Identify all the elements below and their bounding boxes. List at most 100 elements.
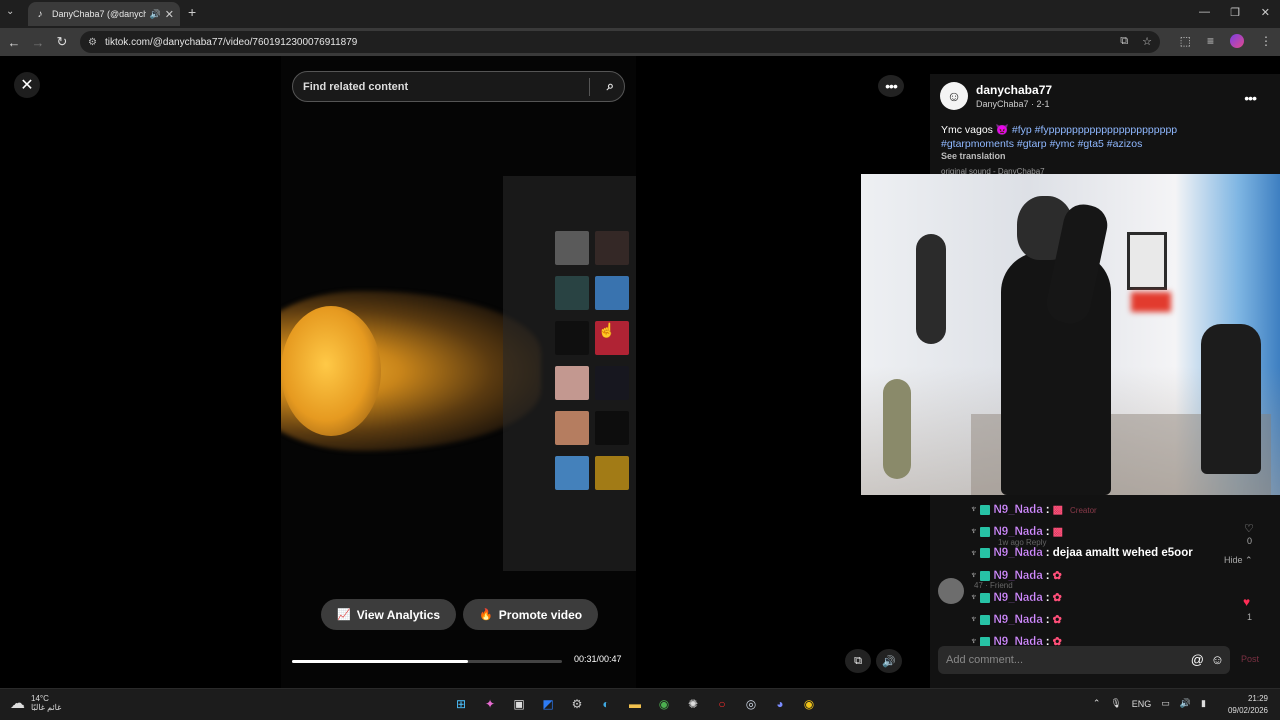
more-options-button[interactable]: ••• xyxy=(878,75,904,97)
hashtag-link[interactable]: #ymc xyxy=(1050,138,1075,150)
back-icon[interactable]: ← xyxy=(2,35,26,50)
view-analytics-label: View Analytics xyxy=(356,607,441,622)
mention-icon[interactable]: @ xyxy=(1191,652,1204,667)
hashtag-link[interactable]: #fypppppppppppppppppppppp xyxy=(1035,124,1177,136)
browser-menu-icon[interactable]: ⋮ xyxy=(1260,34,1272,48)
sub-badge-icon xyxy=(979,504,990,515)
post-comment-button[interactable]: Post xyxy=(1241,654,1259,664)
address-bar: ← → ↻ ⚙ tiktok.com/@danychaba77/video/76… xyxy=(0,28,1280,56)
forward-icon[interactable]: → xyxy=(26,35,50,50)
find-related-search[interactable]: Find related content ⌕ xyxy=(292,71,625,102)
thumbnail xyxy=(555,276,589,310)
like-count: 1 xyxy=(1247,612,1253,622)
speaker-icon[interactable]: 🔊 xyxy=(150,9,161,20)
volume-icon[interactable]: 🔊 xyxy=(1180,698,1191,709)
reload-icon[interactable]: ↻ xyxy=(50,34,74,50)
new-tab-icon[interactable]: + xyxy=(188,4,196,20)
commenter-avatar[interactable] xyxy=(938,578,964,604)
language-indicator[interactable]: ENG xyxy=(1132,699,1152,709)
restore-icon[interactable]: ❐ xyxy=(1230,6,1240,19)
creator-badge: Creator xyxy=(1070,506,1097,515)
pip-icon[interactable]: ⧉ xyxy=(845,649,871,673)
vip-badge-icon: ♆ xyxy=(970,526,978,537)
microphone-icon[interactable]: 🎙 xyxy=(1110,698,1121,709)
settings-icon[interactable]: ⚙ xyxy=(568,695,586,713)
like-count: 0 xyxy=(1247,536,1253,546)
emoji-icon[interactable]: ☺ xyxy=(1211,652,1224,667)
site-info-icon[interactable]: ⚙ xyxy=(88,37,97,48)
heart-outline-icon[interactable]: ♡ xyxy=(1244,522,1254,535)
clock-date: 09/02/2026 xyxy=(1227,706,1268,715)
minimize-icon[interactable]: — xyxy=(1199,6,1210,18)
chatgpt-icon[interactable]: ✺ xyxy=(684,695,702,713)
weather-desc: غائم غالبًا xyxy=(31,703,62,712)
hashtag-link[interactable]: #fyp xyxy=(1012,124,1032,136)
see-translation-link[interactable]: See translation xyxy=(941,151,1006,161)
skateboard-image xyxy=(883,379,911,479)
chat-nick: N9_Nada xyxy=(993,569,1043,582)
window-close-icon[interactable]: ✕ xyxy=(1261,6,1270,19)
tab-search-icon[interactable]: ⌄ xyxy=(6,6,14,17)
reading-list-icon[interactable]: ≡ xyxy=(1207,34,1214,48)
steam-icon[interactable]: ◎ xyxy=(742,695,760,713)
chat-message: : xyxy=(1045,591,1050,604)
video-action-buttons: 📈 View Analytics 🔥 Promote video xyxy=(321,599,599,630)
profile-avatar[interactable] xyxy=(1230,34,1244,48)
visual-studio-icon[interactable]: ◩ xyxy=(539,695,557,713)
tray-overflow-icon[interactable]: ⌃ xyxy=(1093,698,1101,709)
vip-badge-icon: ♆ xyxy=(970,614,978,625)
view-analytics-button[interactable]: 📈 View Analytics xyxy=(321,599,457,630)
progress-fill xyxy=(292,660,468,663)
display-icon[interactable]: ▭ xyxy=(1161,698,1170,709)
hashtag-link[interactable]: #gta5 xyxy=(1078,138,1104,150)
edge-icon[interactable]: ◐ xyxy=(597,695,615,713)
search-icon[interactable]: ⌕ xyxy=(607,78,614,94)
volume-icon[interactable]: 🔊 xyxy=(876,649,902,673)
windows-taskbar: ☁ 14°C غائم غالبًا ⊞ ✦ ▣ ◩ ⚙ ◐ ▬ ◉ ✺ ○ ◎… xyxy=(0,688,1280,720)
thumbnail xyxy=(555,231,589,265)
author-info[interactable]: ☺ danychaba77 DanyChaba7 · 2-1 xyxy=(940,82,1052,110)
battery-icon[interactable]: ▮ xyxy=(1201,698,1206,709)
file-explorer-icon[interactable]: ▬ xyxy=(626,695,644,713)
video-frame-editor-panel xyxy=(503,176,636,571)
author-username[interactable]: danychaba77 xyxy=(976,83,1052,97)
video-progress-bar[interactable] xyxy=(292,660,562,663)
author-avatar[interactable]: ☺ xyxy=(940,82,968,110)
add-comment-input[interactable]: Add comment... @ ☺ xyxy=(938,646,1230,674)
tab-close-icon[interactable]: ✕ xyxy=(165,8,174,21)
hide-replies-button[interactable]: Hide ⌃ xyxy=(1224,555,1253,566)
close-icon: ✕ xyxy=(20,77,34,94)
hashtag-link[interactable]: #azizos xyxy=(1107,138,1143,150)
post-more-icon[interactable]: ••• xyxy=(1244,90,1257,106)
start-icon[interactable]: ⊞ xyxy=(452,695,470,713)
post-description: Ymc vagos 👿 #fyp #fypppppppppppppppppppp… xyxy=(941,123,1231,151)
copilot-icon[interactable]: ✦ xyxy=(481,695,499,713)
chat-line: ♆ N9_Nada: ✿ xyxy=(970,613,1062,626)
promote-video-button[interactable]: 🔥 Promote video xyxy=(463,599,599,630)
heart-filled-icon[interactable]: ♥ xyxy=(1243,595,1250,609)
chrome-active-icon[interactable]: ◉ xyxy=(800,695,818,713)
chrome-icon[interactable]: ◉ xyxy=(655,695,673,713)
extensions-icon[interactable]: ⬚ xyxy=(1180,34,1191,48)
emote-icon: ✿ xyxy=(1052,592,1062,604)
tab-title: DanyChaba7 (@danychaba xyxy=(52,9,146,19)
chat-line: ♆ N9_Nada: dejaa amaltt wehed e5oor xyxy=(970,547,1193,559)
discord-icon[interactable]: ◕ xyxy=(771,695,789,713)
hashtag-link[interactable]: #gtarp xyxy=(1017,138,1047,150)
install-app-icon[interactable]: ⧉ xyxy=(1120,35,1128,48)
thumbnail xyxy=(595,366,629,400)
clock[interactable]: 21:29 09/02/2026 xyxy=(1228,693,1268,717)
opera-icon[interactable]: ○ xyxy=(713,695,731,713)
chat-nick: N9_Nada xyxy=(993,503,1043,516)
close-video-button[interactable]: ✕ xyxy=(14,72,40,98)
bookmark-star-icon[interactable]: ☆ xyxy=(1142,35,1152,48)
browser-tab[interactable]: ♪ DanyChaba7 (@danychaba 🔊 ✕ xyxy=(28,2,180,26)
hashtag-link[interactable]: #gtarpmoments xyxy=(941,138,1014,150)
vip-badge-icon: ♆ xyxy=(970,547,978,559)
weather-widget[interactable]: ☁ 14°C غائم غالبًا xyxy=(10,694,61,712)
url-field[interactable]: ⚙ tiktok.com/@danychaba77/video/76019123… xyxy=(80,31,1160,53)
emote-icon: ▩ xyxy=(1052,526,1063,538)
hand-cursor-icon: ☝ xyxy=(598,322,616,338)
store-icon[interactable]: ▣ xyxy=(510,695,528,713)
video-player[interactable]: ☝ Find related content ⌕ 📈 View Analytic… xyxy=(281,56,636,688)
